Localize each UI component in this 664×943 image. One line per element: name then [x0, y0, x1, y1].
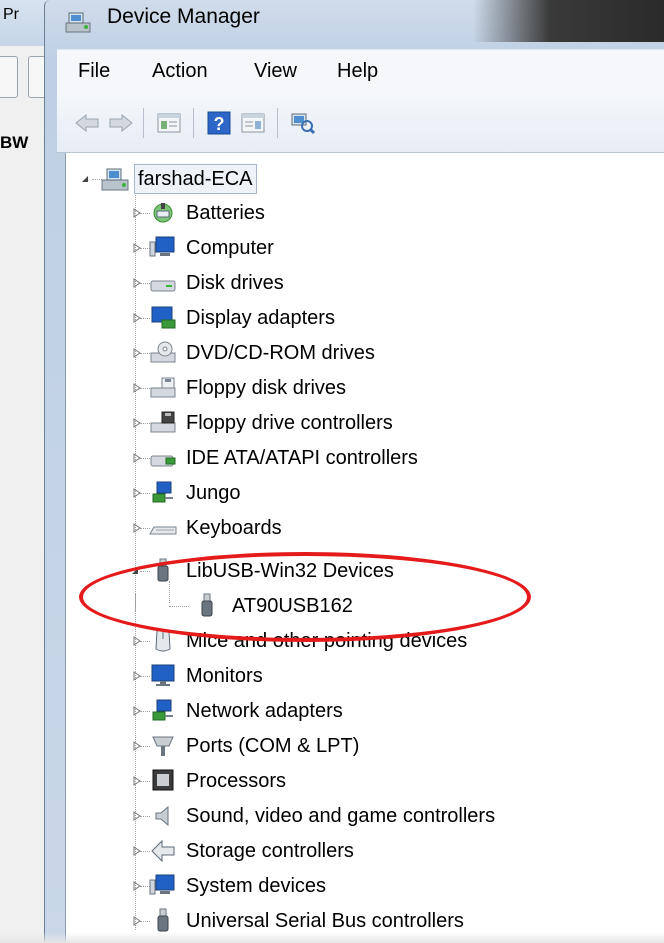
usb-plug-icon	[157, 558, 169, 582]
toolbar: ?	[57, 94, 664, 153]
computer-icon	[149, 236, 175, 257]
tree-category-label: LibUSB-Win32 Devices	[186, 560, 394, 582]
ide-controller-icon	[150, 455, 176, 467]
help-icon[interactable]: ?	[205, 109, 233, 137]
tree-category-label: Sound, video and game controllers	[186, 805, 496, 827]
tree-category[interactable]: Processors	[66, 765, 664, 797]
keyboard-icon	[149, 526, 177, 535]
display-adapter-icon	[151, 306, 176, 329]
tree-category[interactable]: IDE ATA/ATAPI controllers	[66, 442, 664, 474]
tree-category-label: Network adapters	[186, 700, 343, 722]
tree-category[interactable]: DVD/CD-ROM drives	[66, 337, 664, 369]
tree-category-label: Computer	[186, 237, 274, 259]
system-devices-icon	[149, 874, 175, 895]
menu-help[interactable]: Help	[337, 60, 378, 83]
tree-category-label: IDE ATA/ATAPI controllers	[186, 447, 418, 469]
collapse-icon[interactable]	[130, 566, 140, 576]
tree-category[interactable]: Monitors	[66, 660, 664, 692]
computer-root-icon	[101, 168, 129, 191]
processor-icon	[152, 769, 174, 791]
tree-device[interactable]: AT90USB162	[66, 590, 664, 622]
device-manager-window: Device Manager File Action View Help ? f…	[44, 0, 664, 943]
tree-category[interactable]: Sound, video and game controllers	[66, 800, 664, 832]
tree-category[interactable]: Computer	[66, 232, 664, 264]
tree-category-label: Storage controllers	[186, 840, 354, 862]
tree-root[interactable]: farshad-ECA	[66, 163, 664, 195]
background-app-title: Pr	[3, 6, 19, 23]
tree-category-label: Display adapters	[186, 307, 335, 329]
tree-category-label: Floppy disk drives	[186, 377, 347, 399]
tree-category[interactable]: Floppy drive controllers	[66, 407, 664, 439]
tree-category-label: Processors	[186, 770, 287, 792]
jungo-icon	[152, 481, 173, 503]
tree-category[interactable]: Mice and other pointing devices	[66, 625, 664, 657]
tree-category[interactable]: Network adapters	[66, 695, 664, 727]
usb-controller-icon	[157, 908, 169, 932]
menu-action[interactable]: Action	[152, 60, 208, 83]
tree-category[interactable]: Floppy disk drives	[66, 372, 664, 404]
mouse-icon	[155, 629, 171, 652]
toolbar-separator	[277, 108, 278, 138]
tree-root-label: farshad-ECA	[134, 164, 257, 194]
menu-bar: File Action View Help	[57, 49, 664, 95]
background-app-label: BW	[0, 133, 29, 152]
tree-category[interactable]: Display adapters	[66, 302, 664, 334]
tree-category-label: Keyboards	[186, 517, 282, 539]
page-edge-shadow	[0, 932, 664, 943]
monitor-icon	[151, 664, 175, 686]
tree-category-label: Monitors	[186, 665, 263, 687]
tree-category-label: Jungo	[186, 482, 241, 504]
dvd-drive-icon	[150, 341, 176, 363]
tree-category-label: Mice and other pointing devices	[186, 630, 468, 652]
toolbar-separator	[143, 108, 144, 138]
title-bar[interactable]: Device Manager	[45, 0, 664, 44]
tree-category[interactable]: Batteries	[66, 197, 664, 229]
port-icon	[152, 736, 174, 756]
background-app-button[interactable]	[0, 56, 18, 98]
battery-icon	[153, 203, 173, 223]
toolbar-separator	[193, 108, 194, 138]
tree-category-label: Ports (COM & LPT)	[186, 735, 360, 757]
scan-hardware-icon[interactable]	[289, 109, 317, 137]
svg-text:?: ?	[214, 114, 225, 134]
tree-category-label: DVD/CD-ROM drives	[186, 342, 375, 364]
tree-category[interactable]: Jungo	[66, 477, 664, 509]
properties-icon[interactable]	[155, 109, 183, 137]
tree-category-label: Batteries	[186, 202, 265, 224]
collapse-icon[interactable]	[80, 174, 90, 184]
device-manager-icon	[65, 12, 91, 33]
tree-category-label: Disk drives	[186, 272, 284, 294]
tree-category[interactable]: System devices	[66, 870, 664, 902]
tree-category-label: System devices	[186, 875, 327, 897]
device-tree: farshad-ECA Batteries Computer Disk driv…	[65, 153, 664, 943]
tree-connector	[169, 606, 189, 607]
tree-device-label: AT90USB162	[232, 595, 353, 617]
show-hidden-icon[interactable]	[239, 109, 267, 137]
title-bar-glass	[473, 0, 664, 42]
tree-category[interactable]: Storage controllers	[66, 835, 664, 867]
floppy-drive-icon	[150, 377, 176, 398]
usb-plug-icon	[201, 593, 213, 617]
network-adapter-icon	[152, 699, 173, 721]
tree-category[interactable]: Ports (COM & LPT)	[66, 730, 664, 762]
menu-file[interactable]: File	[78, 60, 110, 83]
tree-category[interactable]: Keyboards	[66, 512, 664, 544]
storage-controller-icon	[151, 839, 175, 863]
tree-category-expanded[interactable]: LibUSB-Win32 Devices	[66, 555, 664, 587]
forward-arrow-icon[interactable]	[107, 109, 135, 137]
window-title: Device Manager	[107, 5, 260, 28]
tree-category[interactable]: Disk drives	[66, 267, 664, 299]
disk-drive-icon	[150, 280, 176, 292]
tree-category-label: Floppy drive controllers	[186, 412, 393, 434]
menu-view[interactable]: View	[254, 60, 297, 83]
back-arrow-icon[interactable]	[73, 109, 101, 137]
tree-category-label: Universal Serial Bus controllers	[186, 910, 464, 932]
sound-icon	[155, 805, 169, 827]
floppy-controller-icon	[150, 411, 176, 433]
